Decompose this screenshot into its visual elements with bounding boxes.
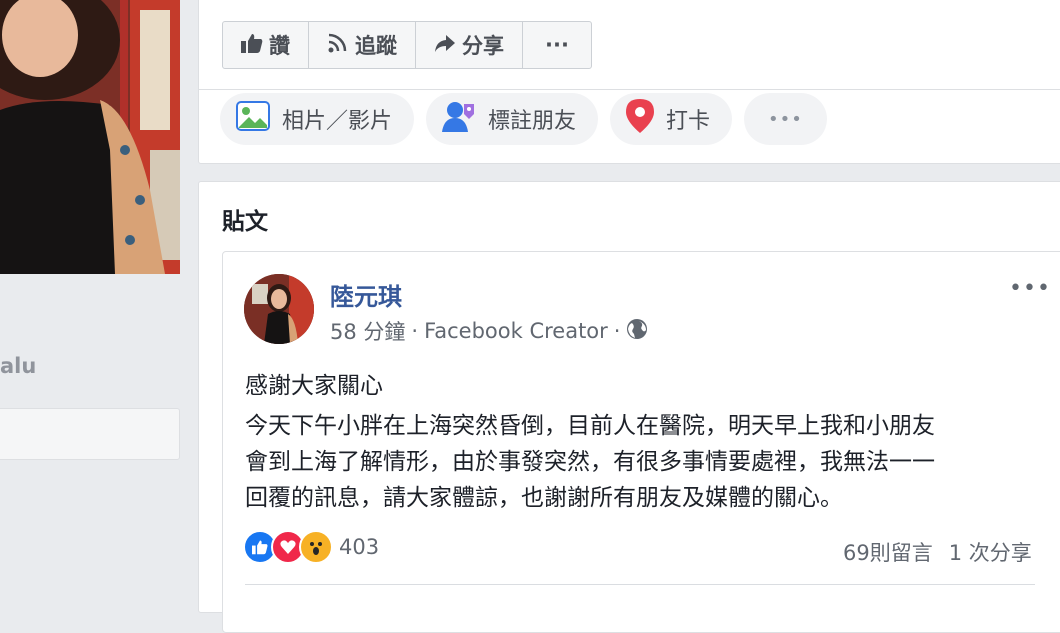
share-arrow-icon [434,33,456,58]
avatar-illustration [244,274,314,344]
check-in-button[interactable]: 打卡 [610,93,733,145]
more-actions-button[interactable]: ··· [523,22,591,68]
tag-person-icon [442,100,476,138]
post-app-link[interactable]: Facebook Creator [424,319,608,343]
globe-icon[interactable] [626,318,648,345]
post-first-line: 感謝大家關心 [245,373,383,399]
share-page-button[interactable]: 分享 [416,22,523,68]
post-divider [245,584,1035,585]
location-pin-icon [626,99,655,139]
meta-separator-2: · [613,319,621,343]
profile-photo-illustration [0,0,180,274]
like-page-button[interactable]: 讚 [223,22,309,68]
wow-reaction-icon [299,530,333,564]
page-action-bar: 讚 追蹤 分享 ··· [222,21,592,69]
post-body-line: 回覆的訊息，請大家體諒，也謝謝所有朋友及媒體的關心。 [245,485,843,511]
reactions-summary[interactable]: 403 [243,530,379,564]
avatar[interactable] [244,274,314,344]
post-timestamp[interactable]: 58 分鐘 [330,316,405,346]
reaction-count: 403 [339,535,380,559]
post-body-line: 會到上海了解情形，由於事發突然，有很多事情要處裡，我無法一一 [245,449,935,475]
post-options-button[interactable]: ••• [1009,276,1051,301]
post-stats: 69則留言 1 次分享 [843,537,1032,567]
more-icon: ··· [545,33,569,57]
photo-video-button[interactable]: 相片／影片 [220,93,415,145]
composer-options: 相片／影片 標註朋友 打卡 ••• [220,93,827,145]
posts-section-title: 貼文 [222,209,268,235]
like-page-label: 讚 [269,34,290,58]
rss-icon [327,33,349,58]
left-column: alu [0,0,182,596]
post-item: 陸元琪 58 分鐘 · Facebook Creator · ••• 感謝大家關… [222,251,1060,633]
page-actions-card: 讚 追蹤 分享 ··· 相片／影片 標註朋友 打卡 ••• [198,0,1060,164]
posts-card: 貼文 陸元琪 58 分鐘 · Facebook Creator · ••• 感謝… [198,181,1060,633]
photo-video-label: 相片／影片 [282,109,393,134]
page-name-partial: alu [0,354,37,378]
post-meta: 58 分鐘 · Facebook Creator · [330,316,648,346]
post-author-link[interactable]: 陸元琪 [330,277,402,312]
follow-page-label: 追蹤 [355,34,397,58]
tag-friends-button[interactable]: 標註朋友 [426,93,599,145]
comments-count-link[interactable]: 69則留言 [843,537,933,567]
shares-count-link[interactable]: 1 次分享 [949,537,1032,567]
share-page-label: 分享 [462,34,504,58]
check-in-label: 打卡 [666,109,711,134]
post-body: 今天下午小胖在上海突然昏倒，目前人在醫院，明天早上我和小朋友 會到上海了解情形，… [245,408,1045,516]
meta-separator: · [411,319,419,343]
composer-more-button[interactable]: ••• [744,93,827,145]
card-divider [199,89,1060,90]
thumbs-up-icon [241,33,263,58]
tag-friends-label: 標註朋友 [488,109,577,134]
follow-page-button[interactable]: 追蹤 [309,22,416,68]
more-dots-icon: ••• [768,108,803,130]
post-body-line: 今天下午小胖在上海突然昏倒，目前人在醫院，明天早上我和小朋友 [245,413,935,439]
left-input-field[interactable] [0,408,180,460]
photo-icon [236,101,270,137]
profile-photo[interactable] [0,0,180,274]
